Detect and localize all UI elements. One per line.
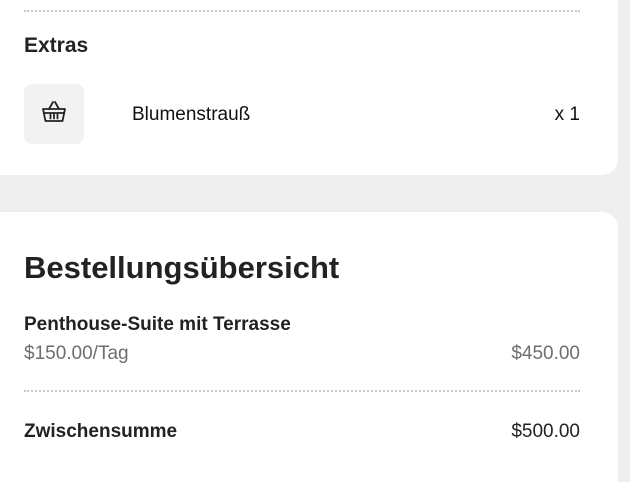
extras-card: Extras Blumenstrauß x 1 xyxy=(0,0,618,175)
section-divider xyxy=(24,10,580,12)
line-item-total: $450.00 xyxy=(511,343,580,364)
order-summary-title: Bestellungsübersicht xyxy=(24,250,340,285)
order-summary-card: Bestellungsübersicht Penthouse-Suite mit… xyxy=(0,212,618,482)
line-item-name: Penthouse-Suite mit Terrasse xyxy=(24,314,291,335)
summary-divider xyxy=(24,390,580,392)
subtotal-label: Zwischensumme xyxy=(24,421,178,442)
line-item-rate: $150.00/Tag xyxy=(24,343,129,364)
extra-item-name: Blumenstrauß xyxy=(132,104,251,125)
extra-item-icon-button[interactable] xyxy=(24,84,84,144)
subtotal-value: $500.00 xyxy=(511,421,580,442)
extra-item: Blumenstrauß x 1 xyxy=(24,84,580,144)
extras-title: Extras xyxy=(24,34,89,57)
extra-item-quantity: x 1 xyxy=(554,104,580,125)
basket-icon xyxy=(41,100,67,129)
